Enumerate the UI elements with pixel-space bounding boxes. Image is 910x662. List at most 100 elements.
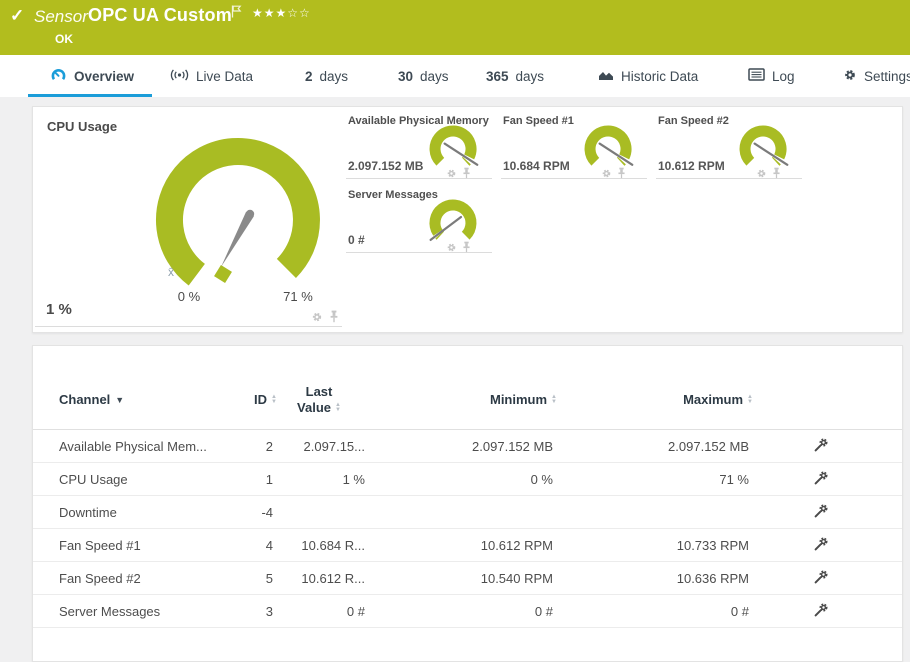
sort-arrows-icon: ▲ ▼ bbox=[335, 402, 341, 413]
tab-2-days[interactable]: 2 days bbox=[305, 55, 348, 97]
flag-icon[interactable] bbox=[231, 5, 242, 23]
sensor-status-banner: ✓ Sensor OPC UA Custom ★★★☆☆ OK bbox=[0, 0, 910, 55]
table-row[interactable]: CPU Usage 1 1 % 0 % 71 % bbox=[33, 463, 902, 496]
cell-id: 1 bbox=[265, 472, 273, 487]
cell-id: -4 bbox=[261, 505, 273, 520]
sensor-type-label: Sensor bbox=[34, 7, 88, 26]
tab-log-label: Log bbox=[772, 68, 795, 84]
pin-icon[interactable] bbox=[462, 240, 471, 258]
tab-overview-label: Overview bbox=[74, 68, 135, 84]
tab-30-days[interactable]: 30 days bbox=[398, 55, 449, 97]
mini-gauge-value: 10.612 RPM bbox=[658, 159, 725, 173]
cell-channel: Server Messages bbox=[59, 604, 161, 619]
tab-2-days-number: 2 bbox=[305, 68, 313, 84]
cpu-gauge-title: CPU Usage bbox=[47, 119, 118, 134]
cell-minimum: 10.540 RPM bbox=[480, 571, 553, 586]
table-row[interactable]: Fan Speed #1 4 10.684 R... 10.612 RPM 10.733… bbox=[33, 529, 902, 562]
gear-icon[interactable] bbox=[756, 166, 767, 184]
gear-icon[interactable] bbox=[601, 166, 612, 184]
pin-icon[interactable] bbox=[329, 310, 339, 328]
live-signal-icon bbox=[170, 68, 189, 85]
cell-maximum: 10.636 RPM bbox=[676, 571, 749, 586]
table-header-row: Channel ▼ ID ▲ ▼ Last Value ▲ ▼ Minimum ▲ ▼ Max… bbox=[33, 346, 902, 430]
mini-gauge-value: 2.097.152 MB bbox=[348, 159, 424, 173]
sort-arrows-icon: ▲ ▼ bbox=[747, 394, 753, 405]
tab-historic-data-label: Historic Data bbox=[621, 68, 699, 84]
log-list-icon bbox=[748, 68, 765, 84]
cell-channel: Fan Speed #2 bbox=[59, 571, 141, 586]
channel-settings-icon[interactable] bbox=[813, 602, 829, 623]
gear-icon[interactable] bbox=[446, 166, 457, 184]
gauge-average-marker: x̄ bbox=[168, 265, 174, 279]
mini-gauge-title: Fan Speed #1 bbox=[503, 115, 574, 127]
channel-table-panel: Channel ▼ ID ▲ ▼ Last Value ▲ ▼ Minimum ▲ ▼ Max… bbox=[32, 345, 903, 662]
mini-gauge-value: 0 # bbox=[348, 233, 365, 247]
mini-gauge-cell: Fan Speed #2 10.612 RPM bbox=[656, 115, 802, 179]
cell-id: 4 bbox=[265, 538, 273, 553]
channel-settings-icon[interactable] bbox=[813, 536, 829, 557]
pin-icon[interactable] bbox=[462, 166, 471, 184]
cell-last-value: 2.097.15... bbox=[303, 439, 365, 454]
priority-stars[interactable]: ★★★☆☆ bbox=[252, 6, 311, 20]
tab-settings-label: Settings bbox=[864, 68, 910, 84]
cpu-current-value: 1 % bbox=[46, 301, 72, 318]
sensor-overview-page: ✓ Sensor OPC UA Custom ★★★☆☆ OK Overview bbox=[0, 0, 910, 662]
gear-icon[interactable] bbox=[311, 310, 323, 328]
sensor-name: OPC UA Custom bbox=[88, 5, 232, 25]
channel-settings-icon[interactable] bbox=[813, 569, 829, 590]
pin-icon[interactable] bbox=[617, 166, 626, 184]
cell-maximum: 71 % bbox=[719, 472, 749, 487]
channel-settings-icon[interactable] bbox=[813, 437, 829, 458]
cpu-gauge-min-label: 0 % bbox=[177, 289, 201, 304]
tab-log[interactable]: Log bbox=[748, 55, 795, 97]
mini-gauge-value: 10.684 RPM bbox=[503, 159, 570, 173]
table-row[interactable]: Available Physical Mem... 2 2.097.15... 2.0… bbox=[33, 430, 902, 463]
table-row[interactable]: Server Messages 3 0 # 0 # 0 # bbox=[33, 595, 902, 628]
column-header-minimum[interactable]: Minimum ▲ ▼ bbox=[433, 392, 557, 407]
cpu-gauge-max-label: 71 % bbox=[283, 289, 313, 304]
tab-365-days-label: days bbox=[515, 68, 545, 84]
tab-bar: Overview Live Data 2 days 30 days 365 da… bbox=[0, 55, 910, 97]
gear-icon[interactable] bbox=[446, 240, 457, 258]
cell-minimum: 2.097.152 MB bbox=[472, 439, 553, 454]
cell-minimum: 0 # bbox=[534, 604, 553, 619]
channel-settings-icon[interactable] bbox=[813, 503, 829, 524]
gauge-icon bbox=[50, 67, 67, 85]
pin-icon[interactable] bbox=[772, 166, 781, 184]
divider bbox=[35, 326, 342, 327]
tab-live-data-label: Live Data bbox=[196, 68, 254, 84]
tab-historic-data[interactable]: Historic Data bbox=[598, 55, 698, 97]
cell-minimum: 10.612 RPM bbox=[480, 538, 553, 553]
channel-table-body: Available Physical Mem... 2 2.097.15... 2.0… bbox=[33, 430, 902, 628]
area-chart-icon bbox=[598, 68, 614, 85]
channel-settings-icon[interactable] bbox=[813, 470, 829, 491]
column-header-maximum[interactable]: Maximum ▲ ▼ bbox=[629, 392, 753, 407]
tab-365-days[interactable]: 365 days bbox=[486, 55, 544, 97]
cell-maximum: 2.097.152 MB bbox=[668, 439, 749, 454]
column-header-id[interactable]: ID ▲ ▼ bbox=[173, 392, 277, 407]
table-row[interactable]: Fan Speed #2 5 10.612 R... 10.540 RPM 10.636… bbox=[33, 562, 902, 595]
tab-30-days-label: days bbox=[420, 68, 449, 84]
tab-2-days-label: days bbox=[319, 68, 349, 84]
tab-settings[interactable]: Settings bbox=[843, 55, 910, 97]
gear-icon bbox=[843, 68, 857, 85]
cell-channel: Downtime bbox=[59, 505, 117, 520]
tab-30-days-number: 30 bbox=[398, 68, 414, 84]
mini-gauge-cell: Server Messages 0 # bbox=[346, 189, 492, 253]
cell-id: 5 bbox=[265, 571, 273, 586]
mini-gauge-title: Fan Speed #2 bbox=[658, 115, 729, 127]
cell-last-value: 10.612 R... bbox=[301, 571, 365, 586]
cell-maximum: 10.733 RPM bbox=[676, 538, 749, 553]
column-header-last-value[interactable]: Last Value ▲ ▼ bbox=[273, 384, 365, 416]
sort-caret-icon: ▼ bbox=[115, 395, 125, 405]
table-row[interactable]: Downtime -4 bbox=[33, 496, 902, 529]
tab-overview[interactable]: Overview bbox=[50, 55, 134, 97]
cpu-gauge bbox=[156, 137, 320, 286]
cell-channel: Fan Speed #1 bbox=[59, 538, 141, 553]
sensor-status-text: OK bbox=[55, 32, 73, 46]
mini-gauge-cell: Fan Speed #1 10.684 RPM bbox=[501, 115, 647, 179]
gauges-panel: CPU Usage x̄ 0 % 71 % 1 % Available Phys… bbox=[32, 106, 903, 333]
tab-365-days-number: 365 bbox=[486, 68, 509, 84]
tab-live-data[interactable]: Live Data bbox=[170, 55, 253, 97]
column-header-channel[interactable]: Channel ▼ bbox=[59, 392, 124, 407]
